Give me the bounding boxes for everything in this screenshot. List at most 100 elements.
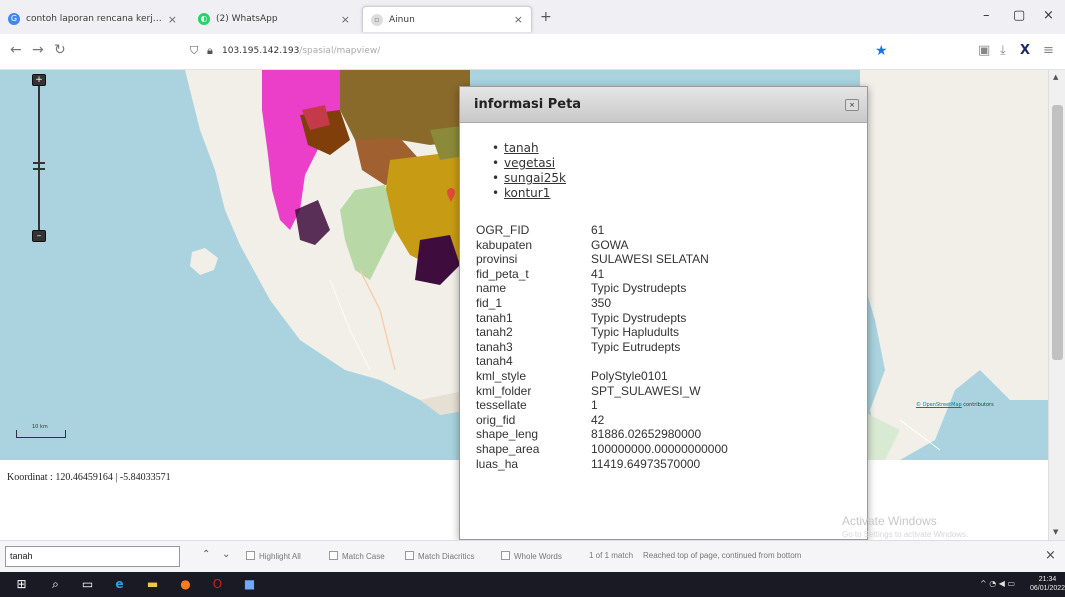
- bookmark-star-icon[interactable]: ★: [875, 43, 888, 59]
- maximize-icon[interactable]: ▢: [1013, 8, 1025, 23]
- layer-link-kontur1[interactable]: kontur1: [504, 186, 550, 200]
- table-row: provinsi SULAWESI SELATAN: [476, 252, 856, 267]
- attr-value: 41: [591, 266, 605, 281]
- lock-icon[interactable]: 🔒︎: [207, 44, 213, 58]
- attr-key: fid_peta_t: [476, 266, 529, 281]
- find-status: 1 of 1 match: [589, 551, 634, 560]
- attr-value: 81886.02652980000: [591, 427, 702, 442]
- attr-value: GOWA: [591, 237, 629, 252]
- page-scrollbar[interactable]: ▲ ▼: [1048, 70, 1065, 540]
- extension-x-icon[interactable]: X: [1020, 43, 1030, 58]
- table-row: luas_ha 11419.64973570000: [476, 457, 856, 472]
- scrollbar-thumb[interactable]: [1052, 105, 1063, 360]
- download-icon[interactable]: ⤓: [1000, 43, 1006, 58]
- browser-tab[interactable]: G contoh laporan rencana kerja - ×: [0, 6, 185, 32]
- find-previous-icon[interactable]: ⌃: [202, 549, 210, 560]
- attr-key: orig_fid: [476, 412, 516, 427]
- find-status-note: Reached top of page, continued from bott…: [643, 551, 802, 560]
- tab-close-icon[interactable]: ×: [341, 13, 350, 26]
- system-clock[interactable]: 21:34 06/01/2022: [1030, 575, 1065, 593]
- attr-value: 100000000.00000000000: [591, 441, 728, 456]
- find-close-icon[interactable]: ×: [1045, 548, 1056, 563]
- zoom-in-icon[interactable]: +: [32, 74, 46, 86]
- tab-label: (2) WhatsApp: [216, 14, 278, 24]
- table-row: tanah2 Typic Hapludults: [476, 325, 856, 340]
- layer-list: • tanah • vegetasi • sungai25k • kontur1: [492, 141, 566, 201]
- attr-value: [591, 354, 856, 369]
- layer-item[interactable]: • kontur1: [492, 186, 566, 201]
- scroll-down-icon[interactable]: ▼: [1053, 528, 1058, 536]
- table-row: tanah4: [476, 354, 856, 369]
- layer-link-sungai25k[interactable]: sungai25k: [504, 171, 566, 185]
- attr-key: shape_area: [476, 441, 540, 456]
- back-icon[interactable]: ←: [10, 42, 22, 58]
- attr-value: 350: [591, 295, 612, 310]
- attr-key: luas_ha: [476, 456, 519, 471]
- highlight-all-label: Highlight All: [259, 552, 301, 561]
- layer-item[interactable]: • tanah: [492, 141, 566, 156]
- windows-start-icon[interactable]: ⊞: [14, 577, 29, 592]
- layer-item[interactable]: • sungai25k: [492, 171, 566, 186]
- tab-close-icon[interactable]: ×: [168, 13, 177, 26]
- menu-icon[interactable]: ≡: [1043, 43, 1054, 58]
- zoom-out-icon[interactable]: –: [32, 230, 46, 242]
- table-row: kabupaten GOWA: [476, 238, 856, 253]
- table-row: tanah1 Typic Dystrudepts: [476, 311, 856, 326]
- new-tab-button[interactable]: +: [540, 9, 552, 25]
- url-host: 103.195.142.193: [222, 46, 300, 56]
- attr-key: tanah1: [476, 310, 513, 325]
- table-row: fid_peta_t 41: [476, 267, 856, 282]
- table-row: shape_leng 81886.02652980000: [476, 427, 856, 442]
- openstreetmap-link[interactable]: © OpenStreetMap: [916, 402, 962, 408]
- forward-icon[interactable]: →: [32, 42, 44, 58]
- whole-words-checkbox[interactable]: Whole Words: [501, 551, 562, 561]
- clock-time: 21:34: [1038, 576, 1057, 583]
- map-attribution: © OpenStreetMap contributors: [916, 402, 994, 408]
- attr-value: 61: [591, 223, 605, 237]
- task-view-icon[interactable]: ▭: [80, 577, 95, 592]
- layer-link-tanah[interactable]: tanah: [504, 141, 539, 155]
- close-window-icon[interactable]: ×: [1043, 8, 1054, 23]
- info-popup: informasi Peta × • tanah • vegetasi • sunga…: [459, 86, 868, 540]
- popup-close-button[interactable]: ×: [845, 99, 859, 111]
- app-icon[interactable]: ■: [242, 577, 257, 592]
- attr-value: SULAWESI SELATAN: [591, 252, 709, 267]
- zoom-slider[interactable]: + –: [28, 74, 50, 244]
- file-explorer-icon[interactable]: ▬: [145, 577, 160, 592]
- minimize-icon[interactable]: –: [983, 8, 990, 23]
- system-tray-icons[interactable]: ^ ◔ ◀ ▭: [980, 579, 1015, 588]
- attr-value: Typic Eutrudepts: [591, 339, 681, 354]
- attr-key: tanah4: [476, 354, 513, 369]
- layer-link-vegetasi[interactable]: vegetasi: [504, 156, 555, 170]
- coordinates-readout: Koordinat : 120.46459164 | -5.84033571: [7, 472, 171, 483]
- popup-header: informasi Peta ×: [460, 87, 867, 123]
- browser-tab-active[interactable]: ▫ Ainun ×: [362, 6, 532, 32]
- scroll-up-icon[interactable]: ▲: [1053, 73, 1058, 81]
- find-bar: tanah ⌃ ⌄ Highlight All Match Case Match…: [0, 540, 1065, 572]
- attr-value: 1: [591, 398, 598, 413]
- edge-icon[interactable]: e: [112, 577, 127, 592]
- layer-item[interactable]: • vegetasi: [492, 156, 566, 171]
- highlight-all-checkbox[interactable]: Highlight All: [246, 551, 301, 561]
- table-row: name Typic Dystrudepts: [476, 281, 856, 296]
- find-input[interactable]: tanah: [5, 546, 180, 567]
- attr-key: OGR_FID: [476, 223, 530, 237]
- firefox-icon[interactable]: ●: [178, 577, 193, 592]
- tab-close-icon[interactable]: ×: [514, 13, 523, 26]
- browser-tab[interactable]: ◐ (2) WhatsApp ×: [190, 6, 358, 32]
- reload-icon[interactable]: ↻: [54, 42, 66, 58]
- shield-icon[interactable]: ⛉: [190, 44, 198, 58]
- pocket-icon[interactable]: ▣: [978, 43, 990, 58]
- attr-value: PolyStyle0101: [591, 368, 668, 383]
- match-diacritics-checkbox[interactable]: Match Diacritics: [405, 551, 474, 561]
- attr-key: tanah2: [476, 325, 513, 340]
- search-icon[interactable]: ⌕: [48, 577, 63, 592]
- opera-icon[interactable]: O: [210, 577, 225, 592]
- match-case-checkbox[interactable]: Match Case: [329, 551, 385, 561]
- tab-label: Ainun: [389, 14, 415, 25]
- scale-line: [16, 430, 66, 438]
- attr-key: tessellate: [476, 398, 527, 413]
- find-next-icon[interactable]: ⌄: [222, 549, 230, 560]
- address-bar[interactable]: 103.195.142.193/spasial/mapview/: [222, 46, 380, 56]
- zoom-track: [38, 82, 40, 234]
